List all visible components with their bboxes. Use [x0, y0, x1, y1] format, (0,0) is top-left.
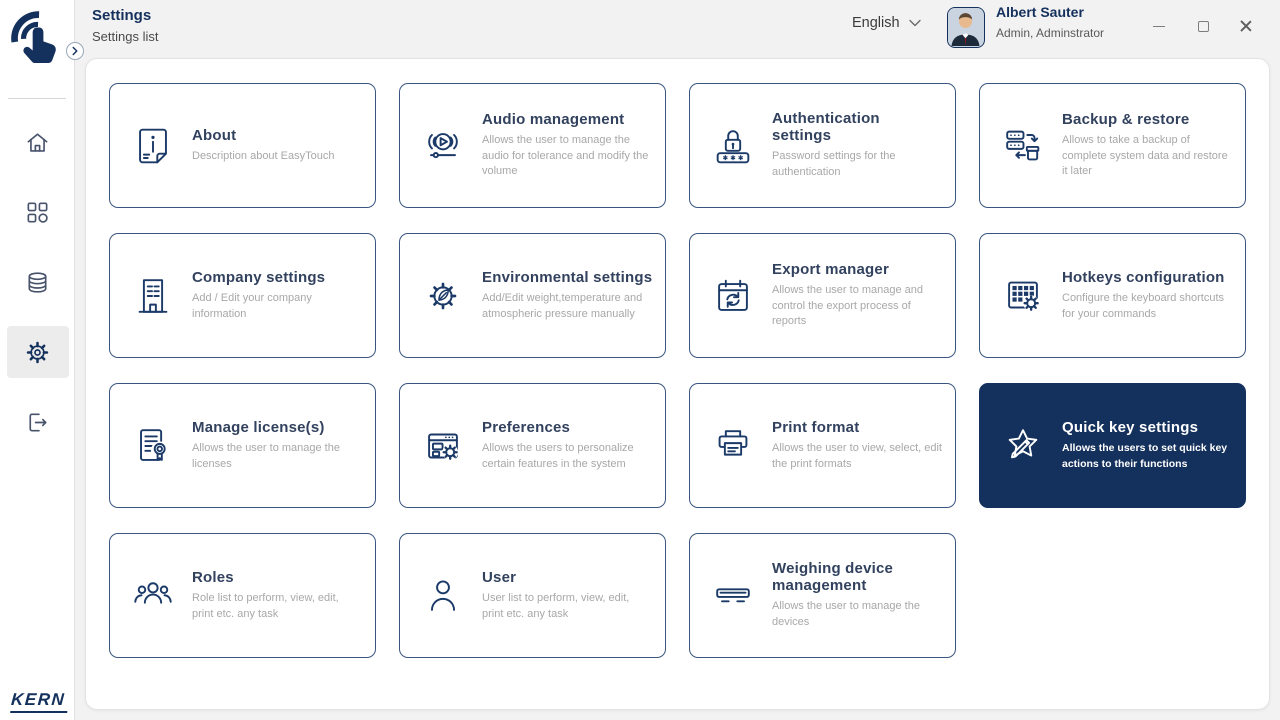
card-title: About [192, 126, 237, 144]
close-button[interactable] [1233, 13, 1259, 39]
sidebar-divider [8, 98, 66, 99]
page-title: Settings [92, 7, 152, 24]
card-description: Allows the users to set quick key action… [1062, 442, 1228, 470]
settings-card-authentication-settings[interactable]: Authentication settings Password setting… [689, 83, 956, 208]
avatar[interactable] [947, 7, 985, 48]
card-title: User [482, 568, 517, 586]
license-document-icon [130, 423, 176, 469]
page-subtitle: Settings list [92, 29, 159, 44]
main-panel: About Description about EasyTouch Audio … [85, 58, 1270, 710]
settings-card-quick-key-settings[interactable]: Quick key settings Allows the users to s… [979, 383, 1246, 508]
settings-card-about[interactable]: About Description about EasyTouch [109, 83, 376, 208]
settings-card-user[interactable]: User User list to perform, view, edit, p… [399, 533, 666, 658]
auth-lock-icon [710, 123, 756, 169]
sidebar-item-home[interactable] [7, 116, 69, 168]
card-description: Description about EasyTouch [192, 149, 335, 162]
chevron-right-icon [72, 46, 78, 56]
card-title: Manage license(s) [192, 418, 325, 436]
app-logo-easytouch-icon [11, 11, 56, 64]
logout-icon [24, 409, 51, 436]
minimize-icon [1153, 25, 1165, 27]
home-icon [24, 129, 51, 156]
settings-card-roles[interactable]: Roles Role list to perform, view, edit, … [109, 533, 376, 658]
settings-card-export-manager[interactable]: Export manager Allows the user to manage… [689, 233, 956, 358]
maximize-button[interactable] [1190, 13, 1216, 39]
sidebar-item-settings[interactable] [6, 326, 69, 378]
sidebar-item-database[interactable] [7, 256, 69, 308]
card-title: Quick key settings [1062, 419, 1199, 437]
language-label: English [852, 15, 900, 31]
print-format-icon [710, 423, 756, 469]
card-description: Password settings for the authentication [772, 150, 896, 178]
database-icon [24, 269, 51, 296]
audio-icon [420, 123, 466, 169]
card-title: Weighing device management [772, 560, 894, 595]
card-title: Preferences [482, 418, 571, 436]
settings-card-company-settings[interactable]: Company settings Add / Edit your company… [109, 233, 376, 358]
card-description: Allows the user to manage and control th… [772, 283, 924, 328]
card-description: Allows the user to view, select, edit th… [772, 441, 942, 470]
card-description: Allows the user to manage the audio for … [482, 133, 649, 178]
roles-group-icon [130, 573, 176, 619]
export-calendar-icon [710, 273, 756, 319]
quick-key-star-icon [1000, 423, 1046, 469]
hotkeys-keypad-icon [1000, 273, 1046, 319]
environment-gear-leaf-icon [420, 273, 466, 319]
preferences-window-icon [420, 423, 466, 469]
card-description: Allows the users to personalize certain … [482, 441, 634, 470]
minimize-button[interactable] [1146, 13, 1172, 39]
card-title: Roles [192, 568, 234, 586]
chevron-down-icon [908, 19, 921, 27]
card-description: Allows the user to manage the devices [772, 600, 920, 628]
maximize-icon [1197, 20, 1209, 32]
settings-grid: About Description about EasyTouch Audio … [109, 83, 1246, 658]
language-selector[interactable]: English [852, 15, 921, 31]
settings-card-manage-licenses[interactable]: Manage license(s) Allows the user to man… [109, 383, 376, 508]
sidebar-item-apps[interactable] [7, 186, 69, 238]
user-role: Admin, Adminstrator [996, 26, 1105, 40]
settings-card-backup-restore[interactable]: Backup & restore Allows to take a backup… [979, 83, 1246, 208]
close-icon [1240, 20, 1252, 32]
card-title: Environmental settings [482, 268, 653, 286]
card-description: Add/Edit weight,temperature and atmosphe… [482, 291, 643, 320]
weighing-device-icon [710, 573, 756, 619]
backup-restore-icon [1000, 123, 1046, 169]
card-title: Company settings [192, 268, 326, 286]
settings-card-environmental-settings[interactable]: Environmental settings Add/Edit weight,t… [399, 233, 666, 358]
about-icon [130, 123, 176, 169]
sidebar: KERN [0, 0, 75, 720]
company-building-icon [130, 273, 176, 319]
card-title: Export manager [772, 260, 889, 278]
card-title: Backup & restore [1062, 110, 1190, 128]
card-title: Authentication settings [772, 110, 880, 145]
card-description: User list to perform, view, edit, print … [482, 591, 630, 620]
card-title: Audio management [482, 110, 625, 128]
card-title: Print format [772, 418, 860, 436]
settings-card-hotkeys-configuration[interactable]: Hotkeys configuration Configure the keyb… [979, 233, 1246, 358]
sidebar-expand-button[interactable] [66, 42, 84, 60]
brand-logo: KERN [10, 690, 69, 713]
card-description: Allows to take a backup of complete syst… [1062, 133, 1228, 178]
card-description: Configure the keyboard shortcuts for you… [1062, 291, 1225, 320]
gear-icon [24, 339, 51, 366]
apps-icon [24, 199, 51, 226]
sidebar-item-logout[interactable] [7, 396, 69, 448]
card-description: Add / Edit your company information [192, 291, 312, 320]
card-title: Hotkeys configuration [1062, 268, 1225, 286]
card-description: Allows the user to manage the licenses [192, 441, 340, 470]
settings-card-preferences[interactable]: Preferences Allows the users to personal… [399, 383, 666, 508]
user-name: Albert Sauter [996, 4, 1084, 20]
sidebar-nav [0, 107, 75, 457]
settings-card-audio-management[interactable]: Audio management Allows the user to mana… [399, 83, 666, 208]
settings-card-print-format[interactable]: Print format Allows the user to view, se… [689, 383, 956, 508]
card-description: Role list to perform, view, edit, print … [192, 591, 339, 620]
user-person-icon [420, 573, 466, 619]
user-photo [948, 8, 983, 46]
settings-card-weighing-device-management[interactable]: Weighing device management Allows the us… [689, 533, 956, 658]
